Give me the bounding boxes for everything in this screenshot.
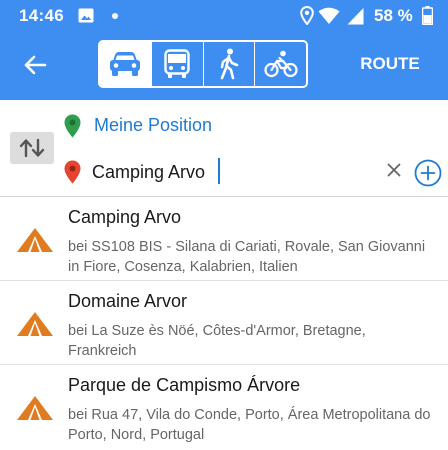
- from-field[interactable]: Meine Position: [94, 115, 212, 136]
- tent-icon: [17, 312, 53, 336]
- transport-mode-selector: [98, 40, 308, 88]
- result-name: Parque de Campismo Árvore: [68, 375, 301, 395]
- battery-percent: 58 %: [374, 6, 413, 25]
- start-pin-icon: [64, 114, 81, 138]
- result-item[interactable]: Camping Arvo bei SS108 BIS - Silana di C…: [0, 197, 448, 281]
- status-bar: 14:46 58 %: [0, 0, 448, 32]
- swap-icon: [19, 138, 45, 158]
- mode-bike[interactable]: [255, 42, 306, 86]
- result-address: bei La Suze ès Nöé, Côtes-d'Armor, Breta…: [68, 323, 366, 359]
- bus-icon: [164, 49, 190, 78]
- result-address: bei Rua 47, Vila do Conde, Porto, Área M…: [68, 407, 431, 443]
- mode-bus[interactable]: [152, 42, 204, 86]
- mode-walk[interactable]: [204, 42, 256, 86]
- close-icon: [387, 163, 401, 177]
- walk-icon: [220, 48, 239, 80]
- result-name: Domaine Arvor: [68, 291, 188, 311]
- location-icon: [300, 6, 314, 25]
- notification-dot-icon: [112, 13, 118, 19]
- route-inputs: Meine Position: [0, 100, 448, 197]
- tent-icon: [17, 396, 53, 420]
- signal-icon: [347, 8, 364, 25]
- destination-pin-icon: [64, 160, 81, 184]
- result-item[interactable]: Parque de Campismo Árvore bei Rua 47, Vi…: [0, 365, 448, 449]
- route-button[interactable]: ROUTE: [355, 54, 425, 78]
- search-results: Camping Arvo bei SS108 BIS - Silana di C…: [0, 197, 448, 450]
- result-address: bei SS108 BIS - Silana di Cariati, Roval…: [68, 239, 426, 275]
- add-stop-icon[interactable]: [414, 159, 442, 187]
- status-time: 14:46: [19, 6, 64, 25]
- bike-icon: [264, 50, 298, 78]
- clear-button[interactable]: [383, 159, 405, 181]
- app-header: 14:46 58 % ROUTE: [0, 0, 448, 100]
- text-cursor: [218, 158, 220, 184]
- result-name: Camping Arvo: [68, 207, 182, 227]
- wifi-icon: [318, 7, 340, 24]
- result-item[interactable]: Domaine Arvor bei La Suze ès Nöé, Côtes-…: [0, 281, 448, 365]
- back-button[interactable]: [18, 48, 52, 82]
- car-icon: [110, 52, 141, 76]
- arrow-left-icon: [24, 55, 47, 75]
- tent-icon: [17, 228, 53, 252]
- destination-input[interactable]: [92, 158, 372, 186]
- mode-car[interactable]: [100, 42, 152, 86]
- image-icon: [78, 8, 94, 23]
- swap-button[interactable]: [10, 132, 54, 164]
- battery-icon: [422, 6, 433, 25]
